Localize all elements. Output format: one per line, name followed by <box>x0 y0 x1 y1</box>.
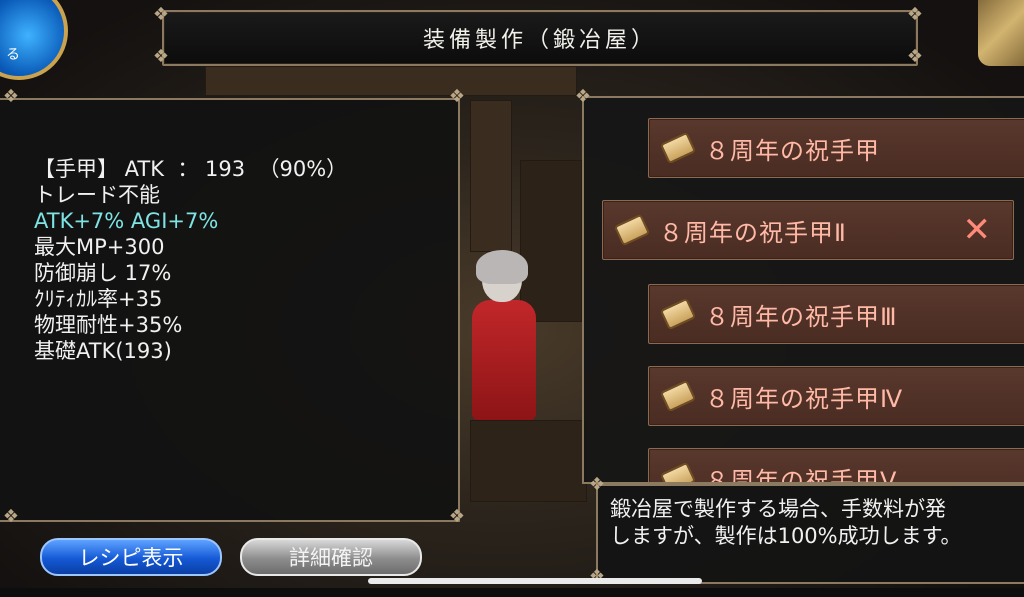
item-stat-line: ｸﾘﾃｨｶﾙ率+35 <box>34 287 163 311</box>
item-stat-line: 防御崩し 17% <box>34 261 172 285</box>
ornament-icon: ❖ <box>574 86 592 107</box>
recipe-name: ８周年の祝手甲 <box>705 136 880 165</box>
ornament-icon: ❖ <box>152 46 170 67</box>
ornament-icon: ❖ <box>2 86 20 107</box>
recipe-item[interactable]: ８周年の祝手甲Ⅲ✕ <box>648 284 1024 344</box>
recipe-item[interactable]: ８周年の祝手甲✕ <box>648 118 1024 178</box>
recipe-display-button[interactable]: レシピ表示 <box>40 538 222 576</box>
item-stat-line: 基礎ATK(193) <box>34 339 172 363</box>
wall-shelf <box>205 66 577 96</box>
item-stats-list: 【手甲】 ATK ： 193 （90%） トレード不能 ATK+7% AGI+7% 最… <box>34 156 347 364</box>
scroll-icon <box>613 213 651 247</box>
menu-orb-label: る <box>6 47 20 63</box>
item-stat-line: 【手甲】 ATK ： 193 （90%） <box>34 157 348 181</box>
message-box: 鍛冶屋で製作する場合、手数料が発 しますが、製作は100%成功します。 <box>596 484 1024 584</box>
ornament-icon: ❖ <box>2 506 20 527</box>
title-bar: 装備製作（鍛冶屋） <box>162 10 918 66</box>
home-indicator[interactable] <box>368 578 702 584</box>
recipe-name: ８周年の祝手甲Ⅲ <box>705 302 898 331</box>
message-line: しますが、製作は100%成功します。 <box>610 524 962 548</box>
item-detail-panel: 【手甲】 ATK ： 193 （90%） トレード不能 ATK+7% AGI+7% 最… <box>0 98 460 522</box>
npc-hair <box>476 250 528 284</box>
ornament-icon: ❖ <box>448 86 466 107</box>
message-text: 鍛冶屋で製作する場合、手数料が発 しますが、製作は100%成功します。 <box>610 496 962 550</box>
item-stat-line: ATK+7% AGI+7% <box>34 209 219 233</box>
message-line: 鍛冶屋で製作する場合、手数料が発 <box>610 497 946 521</box>
workbench <box>470 420 587 502</box>
ornament-icon: ❖ <box>588 566 606 587</box>
recipe-item[interactable]: ８周年の祝手甲Ⅴ✕ <box>648 448 1024 484</box>
ornament-icon: ❖ <box>448 506 466 527</box>
ornament-icon: ❖ <box>152 4 170 25</box>
scroll-icon <box>659 131 697 165</box>
cabinet <box>470 100 512 252</box>
ornament-icon: ❖ <box>906 4 924 25</box>
recipe-list-panel: ８周年の祝手甲✕８周年の祝手甲Ⅱ✕８周年の祝手甲Ⅲ✕８周年の祝手甲Ⅳ✕８周年の祝… <box>582 96 1024 484</box>
remove-icon[interactable]: ✕ <box>963 210 992 250</box>
scroll-icon <box>659 379 697 413</box>
recipe-name: ８周年の祝手甲Ⅴ <box>705 466 898 484</box>
npc-body <box>472 300 536 420</box>
blacksmith-npc[interactable] <box>458 250 548 425</box>
recipe-name: ８周年の祝手甲Ⅱ <box>659 218 847 247</box>
item-stat-line: トレード不能 <box>34 183 160 207</box>
corner-ornament <box>978 0 1024 66</box>
scroll-icon <box>659 297 697 331</box>
recipe-item[interactable]: ８周年の祝手甲Ⅳ✕ <box>648 366 1024 426</box>
recipe-item[interactable]: ８周年の祝手甲Ⅱ ✕ <box>602 200 1014 260</box>
detail-confirm-button[interactable]: 詳細確認 <box>240 538 422 576</box>
scroll-icon <box>659 461 697 482</box>
bottom-bar <box>0 588 1024 597</box>
item-stat-line: 物理耐性+35% <box>34 313 183 337</box>
ornament-icon: ❖ <box>588 474 606 495</box>
item-stat-line: 最大MP+300 <box>34 235 165 259</box>
recipe-name: ８周年の祝手甲Ⅳ <box>705 384 904 413</box>
ornament-icon: ❖ <box>906 46 924 67</box>
page-title: 装備製作（鍛冶屋） <box>422 28 657 53</box>
